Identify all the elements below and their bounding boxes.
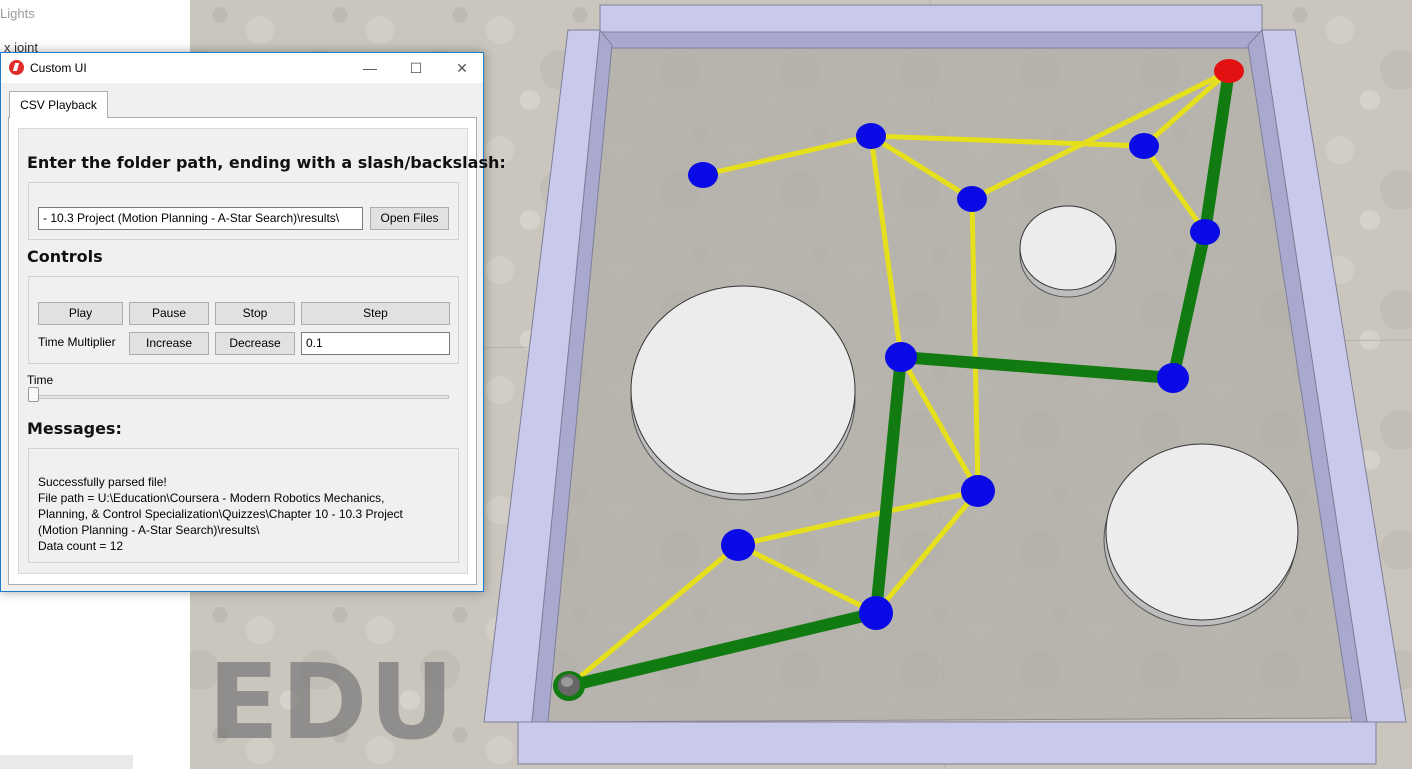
minimize-button[interactable]: — bbox=[347, 53, 393, 83]
step-button[interactable]: Step bbox=[301, 302, 450, 325]
decrease-button[interactable]: Decrease bbox=[215, 332, 295, 355]
node-marker bbox=[961, 475, 995, 507]
start-node-robot bbox=[553, 671, 585, 701]
node-marker bbox=[856, 123, 886, 149]
messages-group: Successfully parsed file! File path = U:… bbox=[28, 448, 459, 563]
custom-ui-window: Custom UI — ☐ ✕ CSV Playback Enter the f… bbox=[0, 52, 506, 592]
time-label: Time bbox=[27, 373, 54, 387]
messages-heading: Messages: bbox=[27, 419, 122, 438]
edu-watermark: EDU bbox=[208, 641, 456, 763]
play-button[interactable]: Play bbox=[38, 302, 123, 325]
controls-group: Play Pause Stop Step Time Multiplier Inc… bbox=[28, 276, 459, 364]
time-multiplier-label: Time Multiplier bbox=[38, 335, 116, 349]
messages-text: Successfully parsed file! File path = U:… bbox=[38, 475, 403, 553]
time-slider-handle[interactable] bbox=[28, 387, 39, 402]
node-marker bbox=[721, 529, 755, 561]
node-marker bbox=[957, 186, 987, 212]
maximize-button[interactable]: ☐ bbox=[393, 53, 439, 83]
stop-button[interactable]: Stop bbox=[215, 302, 295, 325]
increase-button[interactable]: Increase bbox=[129, 332, 209, 355]
node-marker bbox=[688, 162, 718, 188]
node-marker bbox=[1157, 363, 1189, 393]
controls-heading: Controls bbox=[27, 247, 103, 266]
playback-content: Enter the folder path, ending with a sla… bbox=[18, 128, 506, 574]
folder-path-heading: Enter the folder path, ending with a sla… bbox=[27, 153, 506, 172]
goal-node bbox=[1214, 59, 1244, 83]
node-marker bbox=[1129, 133, 1159, 159]
node-marker bbox=[885, 342, 917, 372]
node-marker bbox=[1190, 219, 1220, 245]
open-files-button[interactable]: Open Files bbox=[370, 207, 449, 230]
pause-button[interactable]: Pause bbox=[129, 302, 209, 325]
close-button[interactable]: ✕ bbox=[439, 53, 485, 83]
node-marker bbox=[859, 596, 893, 630]
time-slider[interactable] bbox=[28, 395, 449, 399]
window-title: Custom UI bbox=[30, 61, 87, 75]
window-titlebar[interactable]: Custom UI — ☐ ✕ bbox=[1, 53, 483, 83]
tab-csv-playback[interactable]: CSV Playback bbox=[9, 91, 108, 118]
folder-path-input[interactable]: - 10.3 Project (Motion Planning - A-Star… bbox=[38, 207, 363, 230]
folder-path-group: - 10.3 Project (Motion Planning - A-Star… bbox=[28, 182, 459, 240]
app-logo-icon bbox=[9, 60, 24, 75]
csv-playback-pane: Enter the folder path, ending with a sla… bbox=[8, 117, 506, 585]
time-multiplier-input[interactable]: 0.1 bbox=[301, 332, 450, 355]
